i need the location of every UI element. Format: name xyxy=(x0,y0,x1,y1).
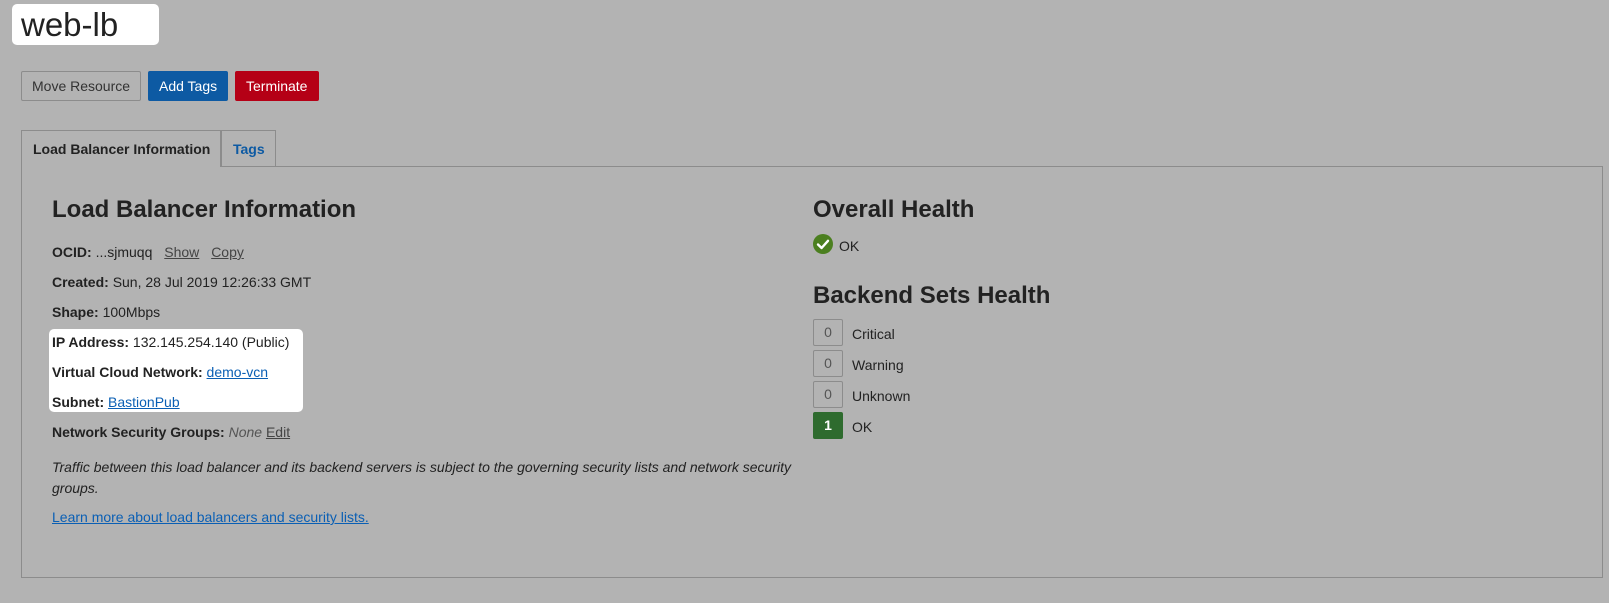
ok-label: OK xyxy=(852,419,873,435)
warning-label: Warning xyxy=(852,357,904,373)
ocid-row: OCID: ...sjmuqq Show Copy xyxy=(52,244,244,260)
shape-label: Shape: xyxy=(52,304,99,320)
ip-address-label: IP Address: xyxy=(52,334,130,350)
ocid-value: ...sjmuqq xyxy=(95,244,153,260)
add-tags-button[interactable]: Add Tags xyxy=(148,71,228,101)
learn-more-link[interactable]: Learn more about load balancers and secu… xyxy=(52,509,369,525)
vcn-label: Virtual Cloud Network: xyxy=(52,364,203,380)
tab-tags[interactable]: Tags xyxy=(221,130,276,166)
tab-load-balancer-information[interactable]: Load Balancer Information xyxy=(21,130,221,167)
page-title: web-lb xyxy=(12,4,159,45)
subnet-row: Subnet: BastionPub xyxy=(52,394,180,410)
nsg-value: None xyxy=(228,424,263,440)
ocid-copy-link[interactable]: Copy xyxy=(211,244,244,260)
nsg-row: Network Security Groups: None Edit xyxy=(52,424,290,440)
nsg-edit-link[interactable]: Edit xyxy=(266,424,290,440)
terminate-button[interactable]: Terminate xyxy=(235,71,319,101)
vcn-link[interactable]: demo-vcn xyxy=(207,364,268,380)
created-row: Created: Sun, 28 Jul 2019 12:26:33 GMT xyxy=(52,274,311,290)
overall-health-status: OK xyxy=(839,238,860,254)
overall-health-heading: Overall Health xyxy=(813,196,975,223)
subnet-link[interactable]: BastionPub xyxy=(108,394,180,410)
ip-address-value: 132.145.254.140 (Public) xyxy=(132,334,290,350)
backend-sets-health-heading: Backend Sets Health xyxy=(813,282,1051,309)
ok-count-badge: 1 xyxy=(813,412,843,439)
nsg-label: Network Security Groups: xyxy=(52,424,225,440)
ocid-label: OCID: xyxy=(52,244,92,260)
subnet-label: Subnet: xyxy=(52,394,105,410)
security-note: Traffic between this load balancer and i… xyxy=(52,459,791,496)
move-resource-button[interactable]: Move Resource xyxy=(21,71,141,101)
created-label: Created: xyxy=(52,274,109,290)
section-heading-info: Load Balancer Information xyxy=(52,196,357,223)
warning-count-badge: 0 xyxy=(813,350,843,377)
ocid-show-link[interactable]: Show xyxy=(164,244,199,260)
unknown-label: Unknown xyxy=(852,388,911,404)
shape-value: 100Mbps xyxy=(102,304,161,320)
ip-address-row: IP Address: 132.145.254.140 (Public) xyxy=(52,334,289,350)
critical-count-badge: 0 xyxy=(813,319,843,346)
unknown-count-badge: 0 xyxy=(813,381,843,408)
created-value: Sun, 28 Jul 2019 12:26:33 GMT xyxy=(112,274,312,290)
vcn-row: Virtual Cloud Network: demo-vcn xyxy=(52,364,268,380)
critical-label: Critical xyxy=(852,326,895,342)
shape-row: Shape: 100Mbps xyxy=(52,304,160,320)
check-circle-icon xyxy=(813,234,833,254)
